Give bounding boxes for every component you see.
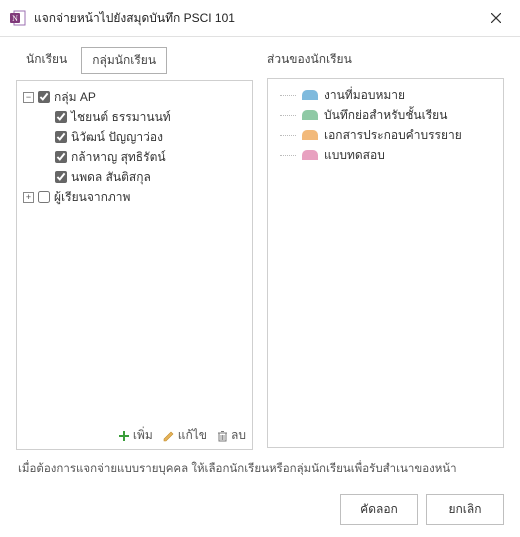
close-button[interactable] (480, 6, 512, 30)
student-name: กล้าหาญ สุทธิรัตน์ (71, 148, 166, 166)
student-sections-heading: ส่วนของนักเรียน (267, 47, 504, 72)
pencil-icon (163, 430, 175, 442)
trash-icon (217, 430, 228, 442)
cancel-button[interactable]: ยกเลิก (426, 494, 504, 525)
expand-icon[interactable]: + (23, 192, 34, 203)
tree-connector (280, 115, 296, 116)
groups-tree-panel: − กลุ่ม AP ไชยนต์ ธรรมานนท์ นิวัฒน์ ปัญญ… (16, 80, 253, 450)
delete-label: ลบ (231, 426, 246, 445)
onenote-app-icon: N (10, 10, 26, 26)
group-external-label: ผู้เรียนจากภาพ (54, 188, 130, 206)
section-tab-icon (302, 90, 318, 100)
section-label: งานที่มอบหมาย (324, 86, 405, 104)
student-name: นิวัฒน์ ปัญญาว่อง (71, 128, 163, 146)
tree-student-row[interactable]: ไชยนต์ ธรรมานนท์ (23, 107, 246, 127)
group-ap-label: กลุ่ม AP (54, 88, 96, 106)
checkbox-student[interactable] (55, 151, 67, 163)
copy-button[interactable]: คัดลอก (340, 494, 418, 525)
tree-student-row[interactable]: นพดล สันติสกุล (23, 167, 246, 187)
add-label: เพิ่ม (133, 426, 153, 445)
edit-group-button[interactable]: แก้ไข (163, 426, 207, 445)
add-group-button[interactable]: เพิ่ม (118, 426, 153, 445)
collapse-icon[interactable]: − (23, 92, 34, 103)
section-tab-icon (302, 130, 318, 140)
section-label: แบบทดสอบ (324, 146, 385, 164)
tree-student-row[interactable]: กล้าหาญ สุทธิรัตน์ (23, 147, 246, 167)
section-item[interactable]: งานที่มอบหมาย (274, 85, 497, 105)
tab-students[interactable]: นักเรียน (16, 47, 77, 74)
helper-text: เมื่อต้องการแจกจ่ายแบบรายบุคคล ให้เลือกน… (16, 450, 504, 488)
section-item[interactable]: บันทึกย่อสำหรับชั้นเรียน (274, 105, 497, 125)
student-name: ไชยนต์ ธรรมานนท์ (71, 108, 171, 126)
tree-connector (280, 135, 296, 136)
tree-connector (280, 155, 296, 156)
section-item[interactable]: เอกสารประกอบคำบรรยาย (274, 125, 497, 145)
section-item[interactable]: แบบทดสอบ (274, 145, 497, 165)
close-icon (491, 13, 501, 23)
tab-student-groups[interactable]: กลุ่มนักเรียน (81, 47, 167, 74)
sections-panel: งานที่มอบหมาย บันทึกย่อสำหรับชั้นเรียน เ… (267, 78, 504, 448)
checkbox-group-ap[interactable] (38, 91, 50, 103)
tree-connector (280, 95, 296, 96)
tree-group-ap[interactable]: − กลุ่ม AP (23, 87, 246, 107)
section-label: บันทึกย่อสำหรับชั้นเรียน (324, 106, 447, 124)
checkbox-student[interactable] (55, 171, 67, 183)
student-name: นพดล สันติสกุล (71, 168, 151, 186)
plus-icon (118, 430, 130, 442)
svg-text:N: N (12, 14, 18, 23)
checkbox-student[interactable] (55, 131, 67, 143)
edit-label: แก้ไข (178, 426, 207, 445)
window-title: แจกจ่ายหน้าไปยังสมุดบันทึก PSCI 101 (34, 9, 480, 28)
tree-student-row[interactable]: นิวัฒน์ ปัญญาว่อง (23, 127, 246, 147)
section-tab-icon (302, 110, 318, 120)
tree-group-external[interactable]: + ผู้เรียนจากภาพ (23, 187, 246, 207)
section-label: เอกสารประกอบคำบรรยาย (324, 126, 462, 144)
delete-group-button[interactable]: ลบ (217, 426, 246, 445)
checkbox-student[interactable] (55, 111, 67, 123)
checkbox-group-external[interactable] (38, 191, 50, 203)
section-tab-icon (302, 150, 318, 160)
